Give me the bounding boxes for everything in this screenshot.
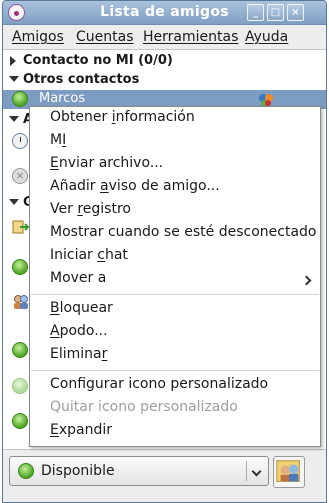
green-circle-icon bbox=[18, 463, 34, 479]
status-selector[interactable]: Disponible bbox=[9, 456, 269, 486]
minimize-button[interactable]: _ bbox=[247, 4, 264, 21]
collapse-arrow-icon[interactable] bbox=[9, 199, 19, 205]
clock-icon bbox=[12, 133, 28, 149]
menu-separator bbox=[31, 370, 319, 371]
chat-room-icon bbox=[12, 220, 29, 234]
available-status-icon bbox=[12, 259, 28, 275]
menu-ayuda[interactable]: Ayuda bbox=[245, 29, 288, 45]
group-otros-contactos[interactable]: Otros contactos bbox=[3, 70, 326, 89]
submenu-arrow-icon bbox=[301, 275, 312, 286]
menu-item-mi[interactable]: MI bbox=[50, 132, 66, 148]
offline-cross-icon: × bbox=[12, 168, 28, 184]
available-status-icon bbox=[12, 91, 28, 107]
maximize-button[interactable]: □ bbox=[267, 4, 284, 21]
expand-arrow-icon[interactable] bbox=[10, 56, 16, 66]
menu-item-obtener-informacion[interactable]: Obtener información bbox=[50, 109, 195, 125]
divider bbox=[246, 461, 247, 481]
context-menu: Obtener información MI Enviar archivo...… bbox=[29, 106, 321, 447]
menu-herramientas[interactable]: Herramientas bbox=[143, 29, 238, 45]
buddy-icon-button[interactable] bbox=[273, 456, 305, 488]
menu-item-apodo[interactable]: Apodo... bbox=[50, 323, 108, 339]
menu-item-anadir-aviso[interactable]: Añadir aviso de amigo... bbox=[50, 178, 220, 194]
menu-item-iniciar-chat[interactable]: Iniciar chat bbox=[50, 247, 128, 263]
collapse-arrow-icon[interactable] bbox=[9, 76, 19, 82]
menu-cuentas[interactable]: Cuentas bbox=[76, 29, 134, 45]
group-people-icon bbox=[14, 295, 28, 309]
menu-separator bbox=[31, 294, 319, 295]
idle-status-icon bbox=[12, 378, 28, 394]
menu-item-enviar-archivo[interactable]: Enviar archivo... bbox=[50, 155, 163, 171]
menu-item-configurar-icono[interactable]: Configurar icono personalizado bbox=[50, 376, 268, 392]
menu-item-eliminar[interactable]: Eliminar bbox=[50, 346, 107, 362]
menu-item-mover-a[interactable]: Mover a bbox=[50, 270, 106, 286]
status-area: Disponible bbox=[3, 449, 326, 502]
msn-butterfly-icon bbox=[259, 94, 273, 106]
close-button[interactable]: × bbox=[287, 4, 304, 21]
collapse-arrow-icon[interactable] bbox=[9, 116, 19, 122]
title-bar[interactable]: Lista de amigos _ □ × bbox=[3, 1, 326, 25]
menu-item-mostrar-desconectado[interactable]: Mostrar cuando se esté desconectado bbox=[50, 224, 316, 240]
menu-bar: Amigos Cuentas Herramientas Ayuda bbox=[3, 26, 326, 49]
available-status-icon bbox=[12, 413, 28, 429]
menu-item-quitar-icono: Quitar icono personalizado bbox=[50, 399, 238, 415]
menu-item-bloquear[interactable]: Bloquear bbox=[50, 300, 113, 316]
group-contacto-no-mi[interactable]: Contacto no MI (0/0) bbox=[3, 51, 326, 70]
menu-item-ver-registro[interactable]: Ver registro bbox=[50, 201, 131, 217]
chevron-down-icon[interactable] bbox=[251, 466, 262, 477]
available-status-icon bbox=[12, 342, 28, 358]
buddy-pounce-icon bbox=[276, 460, 300, 482]
menu-item-expandir[interactable]: Expandir bbox=[50, 422, 112, 438]
menu-amigos[interactable]: Amigos bbox=[12, 29, 64, 45]
